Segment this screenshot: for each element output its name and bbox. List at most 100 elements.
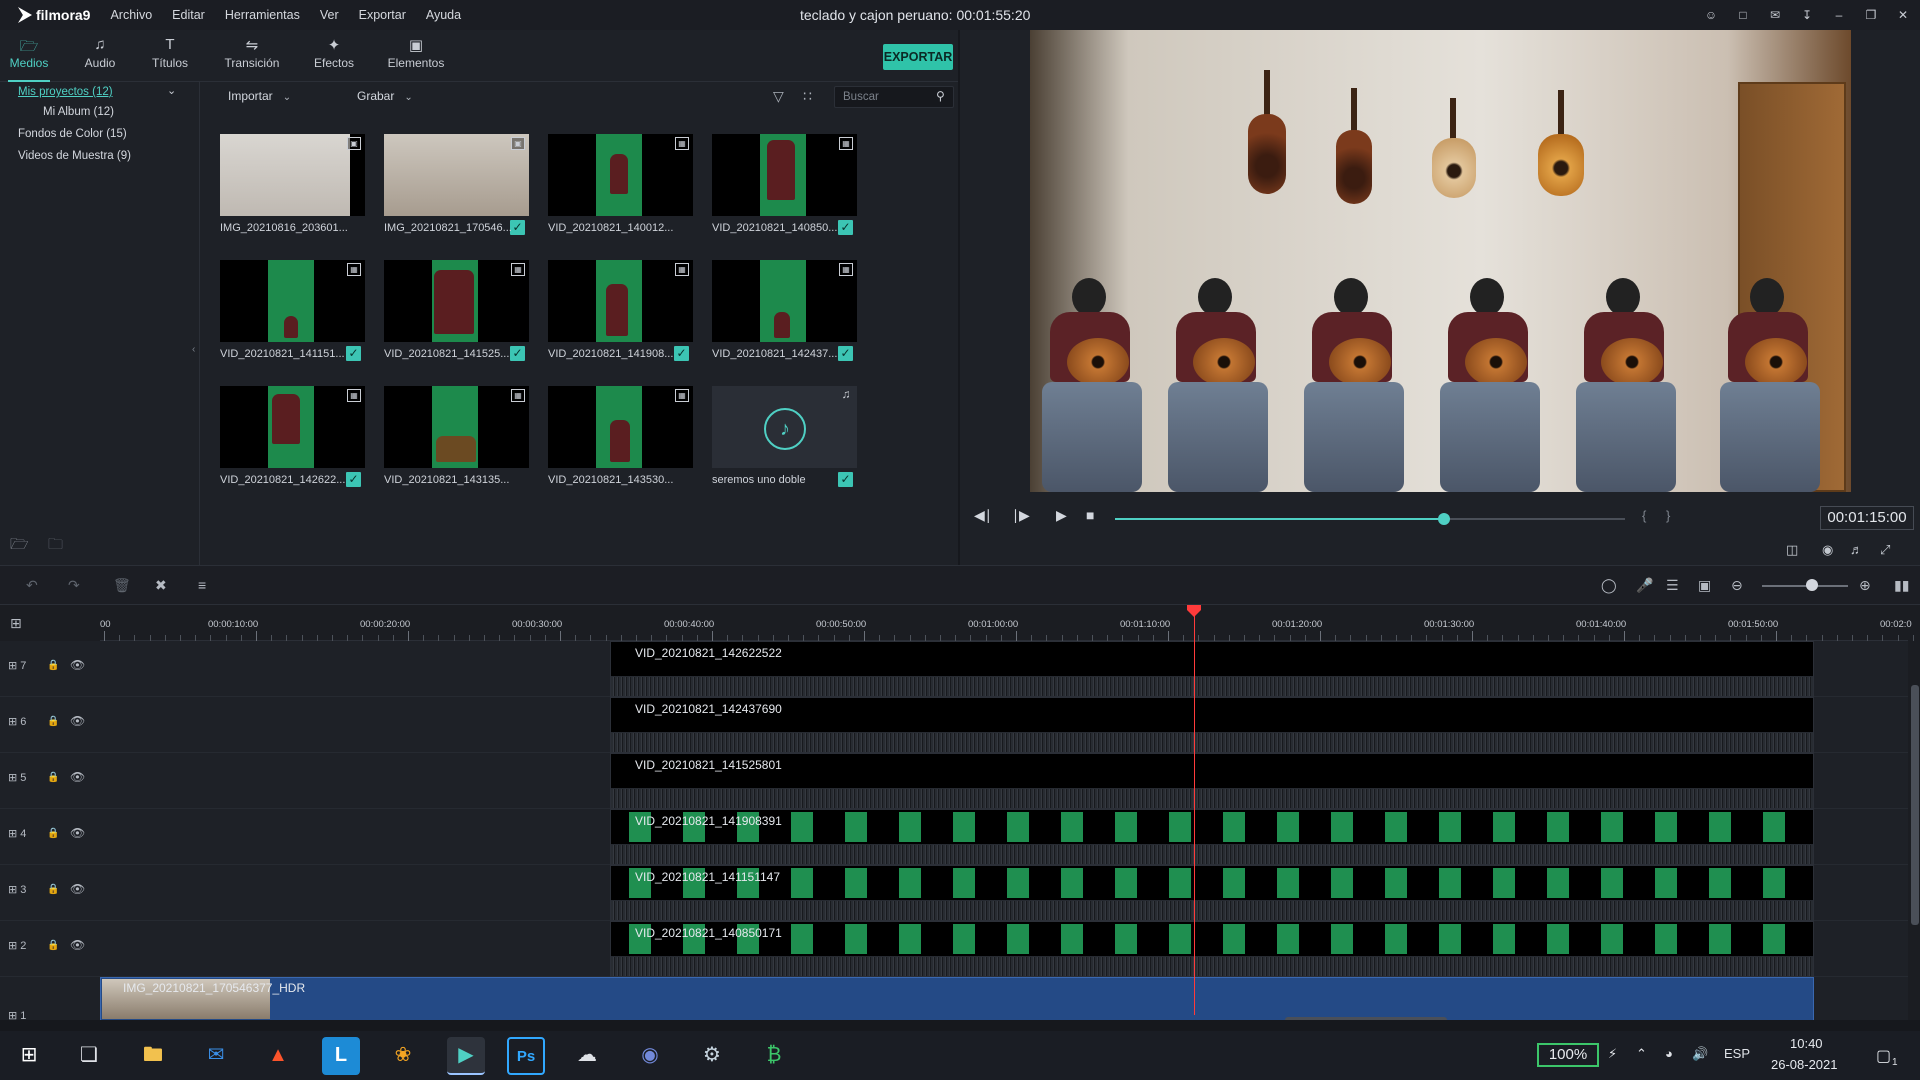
- media-item[interactable]: ▦ VID_20210821_140012...: [548, 134, 693, 239]
- tab-transicion[interactable]: ⇋ Transición: [220, 36, 284, 82]
- mail-icon[interactable]: ✉: [197, 1037, 235, 1075]
- playback-progress-bar[interactable]: [1115, 513, 1625, 525]
- eye-icon[interactable]: 👁: [70, 882, 85, 896]
- video-clip[interactable]: VID_20210821_141525801: [610, 753, 1814, 809]
- delete-folder-icon[interactable]: 🗀: [48, 534, 63, 559]
- notifications-icon[interactable]: ▢: [1876, 1046, 1891, 1066]
- render-icon[interactable]: ▣: [1698, 577, 1711, 594]
- mark-in-out-icon[interactable]: { }: [1642, 508, 1678, 523]
- lock-icon[interactable]: 🔒: [47, 828, 59, 839]
- video-clip[interactable]: VID_20210821_142622522: [610, 641, 1814, 697]
- mail-icon[interactable]: ✉: [1768, 8, 1782, 22]
- zoom-in-icon[interactable]: ⊕: [1859, 577, 1871, 594]
- file-explorer-icon[interactable]: 🖿: [134, 1037, 172, 1075]
- stop-icon[interactable]: ■: [1086, 507, 1094, 523]
- clock-time[interactable]: 10:40: [1790, 1036, 1823, 1051]
- battery-indicator[interactable]: 100%: [1537, 1043, 1599, 1067]
- media-item[interactable]: ▦ ✓ VID_20210821_141908...: [548, 260, 693, 365]
- discord-icon[interactable]: ◉: [631, 1037, 669, 1075]
- media-item[interactable]: ▦ VID_20210821_143135...: [384, 386, 529, 491]
- media-item[interactable]: ▦ ✓ VID_20210821_142437...: [712, 260, 857, 365]
- media-item[interactable]: ▦ ✓ VID_20210821_141151...: [220, 260, 365, 365]
- bitcoin-app-icon[interactable]: ₿: [755, 1037, 793, 1075]
- clock-date[interactable]: 26-08-2021: [1771, 1057, 1838, 1072]
- media-item[interactable]: ▦ ✓ VID_20210821_141525...: [384, 260, 529, 365]
- video-clip[interactable]: VID_20210821_141908391: [610, 809, 1814, 865]
- steam-icon[interactable]: ⚙: [693, 1037, 731, 1075]
- fullscreen-icon[interactable]: ⤢: [1880, 542, 1890, 558]
- collapse-sidebar-icon[interactable]: ‹: [192, 344, 195, 355]
- search-icon[interactable]: ⚲: [936, 89, 945, 103]
- eye-icon[interactable]: 👁: [70, 826, 85, 840]
- zoom-slider[interactable]: [1762, 585, 1848, 587]
- tab-elementos[interactable]: ▣ Elementos: [386, 36, 446, 82]
- show-hidden-icons[interactable]: ⌃: [1636, 1046, 1647, 1062]
- l-app-icon[interactable]: L: [322, 1037, 360, 1075]
- eye-icon[interactable]: 👁: [70, 938, 85, 952]
- task-view-icon[interactable]: ❏: [70, 1037, 108, 1075]
- cut-icon[interactable]: ✖: [155, 577, 167, 594]
- display-settings-icon[interactable]: ◫: [1786, 542, 1798, 558]
- menu-archivo[interactable]: Archivo: [110, 8, 152, 22]
- maximize-icon[interactable]: ❐: [1864, 8, 1878, 22]
- redo-icon[interactable]: ↷: [68, 577, 80, 594]
- video-clip[interactable]: VID_20210821_140850171: [610, 921, 1814, 977]
- marker-icon[interactable]: ◯: [1601, 577, 1617, 594]
- panel-layout-icon[interactable]: ▮▮: [1894, 577, 1909, 594]
- eye-icon[interactable]: 👁: [70, 658, 85, 672]
- delete-icon[interactable]: 🗑: [113, 577, 131, 594]
- tab-efectos[interactable]: ✦ Efectos: [310, 36, 358, 82]
- windows-start-icon[interactable]: ⊞: [10, 1037, 48, 1075]
- new-folder-icon[interactable]: 🗁: [10, 534, 29, 559]
- sidebar-item-color-backgrounds[interactable]: Fondos de Color (15): [18, 128, 127, 140]
- menu-editar[interactable]: Editar: [172, 8, 205, 22]
- cloud-app-icon[interactable]: ☁: [568, 1037, 606, 1075]
- import-dropdown[interactable]: Importar ⌄: [228, 89, 291, 103]
- horizontal-scrollbar[interactable]: [1285, 1017, 1447, 1020]
- video-clip[interactable]: VID_20210821_141151147: [610, 865, 1814, 921]
- eye-icon[interactable]: 👁: [70, 770, 85, 784]
- previous-frame-icon[interactable]: ◀∣: [974, 507, 992, 524]
- media-item[interactable]: ▦ ✓ VID_20210821_142622...: [220, 386, 365, 491]
- language-indicator[interactable]: ESP: [1724, 1046, 1750, 1061]
- grid-view-icon[interactable]: ∷: [803, 88, 812, 105]
- next-frame-icon[interactable]: ∣▶: [1012, 507, 1030, 524]
- lock-icon[interactable]: 🔒: [47, 660, 59, 671]
- adjust-icon[interactable]: ≡: [198, 577, 206, 593]
- media-item[interactable]: ♪ ♫ ✓ seremos uno doble: [712, 386, 857, 491]
- media-item[interactable]: ▣ IMG_20210816_203601...: [220, 134, 365, 239]
- undo-icon[interactable]: ↶: [26, 577, 38, 594]
- save-icon[interactable]: □: [1736, 8, 1750, 22]
- zoom-out-icon[interactable]: ⊖: [1731, 577, 1743, 594]
- minimize-icon[interactable]: –: [1832, 8, 1846, 22]
- video-clip[interactable]: VID_20210821_142437690: [610, 697, 1814, 753]
- close-icon[interactable]: ✕: [1896, 8, 1910, 22]
- media-item[interactable]: ▦ VID_20210821_143530...: [548, 386, 693, 491]
- media-item[interactable]: ▣ ✓ IMG_20210821_170546...: [384, 134, 529, 239]
- eye-icon[interactable]: 👁: [70, 714, 85, 728]
- filmora-icon[interactable]: ▶: [447, 1037, 485, 1075]
- volume-icon[interactable]: ♬: [1850, 542, 1863, 557]
- record-dropdown[interactable]: Grabar ⌄: [357, 89, 413, 103]
- speaker-icon[interactable]: 🔊: [1692, 1046, 1708, 1062]
- tab-medios[interactable]: 🗁 Medios: [8, 36, 50, 82]
- fl-studio-icon[interactable]: ❀: [384, 1037, 422, 1075]
- image-clip[interactable]: IMG_20210821_170546377_HDR: [100, 977, 1814, 1020]
- snapshot-icon[interactable]: ◉: [1822, 542, 1833, 558]
- play-icon[interactable]: ▶: [1056, 507, 1067, 524]
- tab-titulos[interactable]: T Títulos: [146, 36, 194, 82]
- sidebar-item-sample-videos[interactable]: Videos de Muestra (9): [18, 150, 131, 162]
- sidebar-item-projects[interactable]: Mis proyectos (12): [18, 86, 113, 98]
- photoshop-icon[interactable]: Ps: [507, 1037, 545, 1075]
- tab-audio[interactable]: ♫ Audio: [78, 36, 122, 82]
- time-ruler[interactable]: 00 00:00:10:00 00:00:20:00 00:00:30:00 0…: [100, 605, 1914, 641]
- add-track-icon[interactable]: ⊞: [10, 615, 22, 632]
- account-icon[interactable]: ☺: [1704, 8, 1718, 22]
- menu-herramientas[interactable]: Herramientas: [225, 8, 300, 22]
- menu-ver[interactable]: Ver: [320, 8, 339, 22]
- lock-icon[interactable]: 🔒: [47, 716, 59, 727]
- menu-exportar[interactable]: Exportar: [359, 8, 406, 22]
- audio-mixer-icon[interactable]: ☰: [1666, 577, 1679, 594]
- sidebar-item-album[interactable]: Mi Album (12): [43, 106, 114, 118]
- export-button[interactable]: EXPORTAR: [883, 44, 953, 70]
